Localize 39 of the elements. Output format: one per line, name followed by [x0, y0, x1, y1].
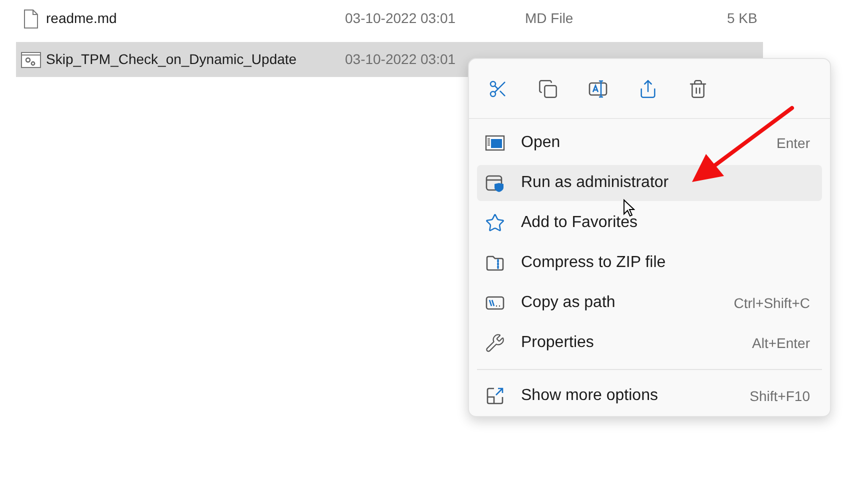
- delete-icon[interactable]: [688, 78, 708, 98]
- gear-file-icon: [21, 52, 41, 68]
- shield-window-icon: [485, 173, 505, 193]
- menu-item-label: Show more options: [521, 386, 658, 406]
- shortcut-text: Ctrl+Shift+C: [734, 294, 810, 312]
- menu-item[interactable]: Copy as path Ctrl+Shift+C: [477, 285, 822, 321]
- file-size: 5 KB: [727, 9, 758, 28]
- menu-item[interactable]: Run as administrator: [477, 165, 822, 201]
- cut-icon[interactable]: [488, 78, 508, 98]
- menu-item-label: Open: [521, 133, 560, 153]
- share-icon[interactable]: [638, 78, 658, 98]
- wrench-icon: [485, 333, 505, 353]
- star-icon: [485, 213, 505, 233]
- menu-item-label: Copy as path: [521, 293, 616, 313]
- cursor-icon: [623, 199, 635, 217]
- menu-item-label: Add to Favorites: [521, 213, 638, 233]
- file-date: 03-10-2022 03:01: [345, 9, 457, 28]
- shortcut-text: Enter: [776, 134, 810, 152]
- menu-item-label: Run as administrator: [521, 173, 669, 193]
- menu-item[interactable]: Add to Favorites: [477, 205, 822, 241]
- menu-item[interactable]: Show more options Shift+F10: [477, 378, 822, 414]
- menu-item[interactable]: Properties Alt+Enter: [477, 325, 822, 361]
- document-icon: [23, 8, 39, 28]
- menu-item[interactable]: Open Enter: [477, 125, 822, 161]
- file-name: Skip_TPM_Check_on_Dynamic_Update: [46, 50, 298, 69]
- file-row[interactable]: readme.md 03-10-2022 03:01 MD File 5 KB: [16, 1, 763, 36]
- copy-icon[interactable]: [538, 78, 558, 98]
- menu-item-label: Compress to ZIP file: [521, 253, 666, 273]
- shortcut-text: Shift+F10: [750, 386, 810, 406]
- file-type: MD File: [525, 9, 574, 28]
- rename-icon[interactable]: [588, 78, 608, 98]
- file-name: readme.md: [46, 9, 118, 28]
- menu-item-label: Properties: [521, 333, 594, 353]
- zip-folder-icon: [485, 253, 505, 273]
- expand-icon: [485, 386, 505, 406]
- window-icon: [485, 133, 505, 153]
- file-date: 03-10-2022 03:01: [345, 50, 457, 69]
- menu-item[interactable]: Compress to ZIP file: [477, 245, 822, 281]
- shortcut-text: Alt+Enter: [752, 334, 810, 352]
